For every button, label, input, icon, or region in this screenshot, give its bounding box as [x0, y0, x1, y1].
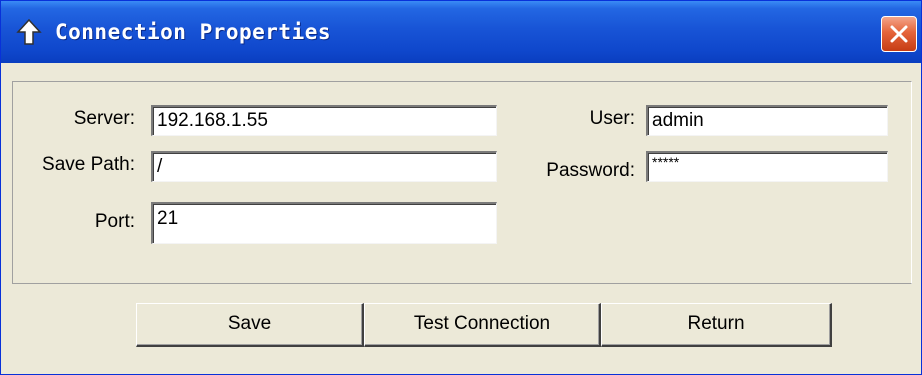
password-input[interactable]: ***** [646, 151, 888, 182]
test-connection-button[interactable]: Test Connection [364, 303, 601, 347]
connection-properties-dialog: Connection Properties Server: 192.168.1.… [0, 0, 922, 375]
server-input[interactable]: 192.168.1.55 [151, 105, 497, 136]
port-input[interactable]: 21 [151, 202, 497, 244]
window-title: Connection Properties [55, 20, 332, 44]
port-label: Port: [94, 211, 135, 232]
up-arrow-icon [15, 18, 43, 46]
user-label: User: [589, 108, 635, 129]
close-icon [890, 25, 908, 43]
user-input[interactable]: admin [646, 105, 888, 136]
save-button[interactable]: Save [136, 303, 364, 347]
server-label: Server: [73, 108, 135, 129]
return-button[interactable]: Return [601, 303, 832, 347]
save-path-input[interactable]: / [151, 151, 497, 182]
close-button[interactable] [881, 16, 917, 52]
password-label: Password: [546, 160, 635, 181]
save-path-label: Save Path: [42, 154, 135, 175]
title-bar[interactable]: Connection Properties [1, 1, 921, 63]
